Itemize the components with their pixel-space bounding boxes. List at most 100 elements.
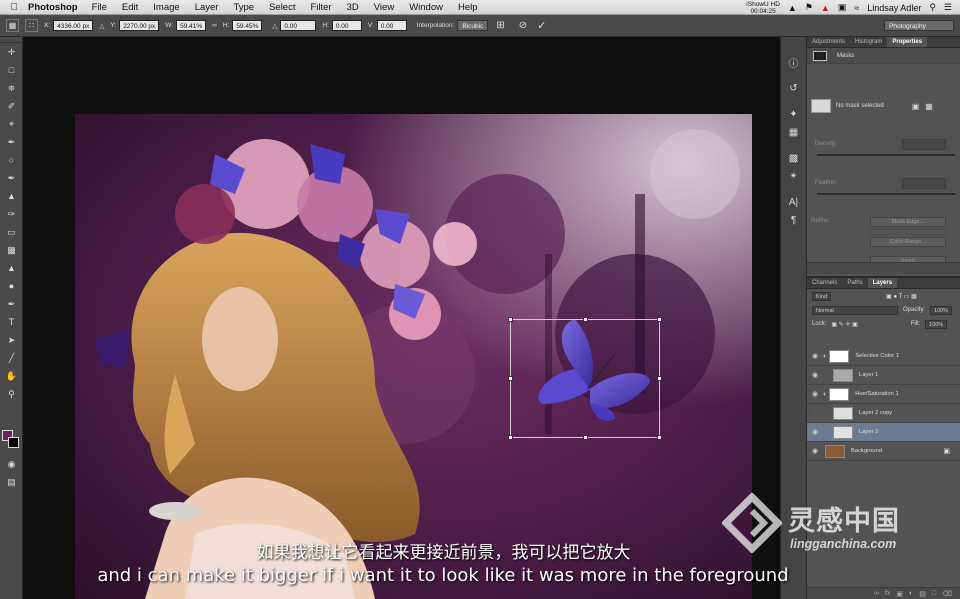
app-menu[interactable]: Photoshop <box>28 2 78 13</box>
menu-help[interactable]: Help <box>458 2 478 13</box>
lock-icons[interactable]: ▣ ✎ ✛ ▣ <box>831 321 857 328</box>
new-group-icon[interactable]: ▤ <box>919 590 926 598</box>
menu-image[interactable]: Image <box>153 2 179 13</box>
eyedropper-tool-icon[interactable]: ✒ <box>0 133 23 151</box>
menu-filter[interactable]: Filter <box>310 2 331 13</box>
link-layers-icon[interactable]: ∞ <box>874 590 879 597</box>
tab-channels[interactable]: Channels <box>807 278 842 288</box>
flag-icon[interactable]: ⚑ <box>805 2 813 13</box>
menu-file[interactable]: File <box>92 2 107 13</box>
stamp-tool-icon[interactable]: ▲ <box>0 187 23 205</box>
color-range-button[interactable]: Color Range... <box>870 237 946 247</box>
menu-type[interactable]: Type <box>233 2 254 13</box>
x-field[interactable]: 4336.00 px <box>53 20 94 31</box>
display-icon[interactable]: ▣ <box>838 2 847 13</box>
link-icon[interactable]: ∞ <box>212 22 217 29</box>
pixel-mask-icon[interactable]: ▣ <box>912 102 920 111</box>
lasso-tool-icon[interactable]: ≑ <box>0 79 23 97</box>
density-slider[interactable] <box>817 154 955 156</box>
adjustments-icon[interactable]: ▩ <box>781 149 806 167</box>
workspace-select[interactable]: Photography <box>884 20 954 31</box>
handle-top-left[interactable] <box>508 317 513 322</box>
hand-tool-icon[interactable]: ✋ <box>0 367 23 385</box>
angle-field[interactable]: 0.00 <box>280 20 317 31</box>
blend-mode-select[interactable]: Normal <box>812 305 898 315</box>
layer-name[interactable]: Selective Color 1 <box>855 353 899 359</box>
new-adjustment-icon[interactable]: ◐ <box>909 590 913 597</box>
add-mask-icon[interactable]: ▣ <box>896 590 903 598</box>
type-tool-icon[interactable]: T <box>0 313 23 331</box>
zoom-tool-icon[interactable]: ⚲ <box>0 385 23 403</box>
blur-tool-icon[interactable]: ▲ <box>0 259 23 277</box>
fill-field[interactable]: 100% <box>925 319 948 329</box>
density-field[interactable] <box>902 139 946 150</box>
mask-edge-button[interactable]: Mask Edge... <box>870 217 946 227</box>
recording-status[interactable]: iShowU HD 00:04:25 <box>746 1 780 15</box>
feather-field[interactable] <box>902 178 946 189</box>
info-icon[interactable]: ⓘ <box>781 53 806 71</box>
transform-tool-icon[interactable]: ▦ <box>6 19 19 32</box>
eraser-tool-icon[interactable]: ▭ <box>0 223 23 241</box>
background-color-swatch[interactable] <box>8 437 19 448</box>
menu-view[interactable]: View <box>374 2 394 13</box>
history-brush-tool-icon[interactable]: ✑ <box>0 205 23 223</box>
feather-slider[interactable] <box>817 193 955 195</box>
handle-bottom-left[interactable] <box>508 435 513 440</box>
menu-select[interactable]: Select <box>269 2 295 13</box>
v-skew-field[interactable]: 0.00 <box>376 20 407 31</box>
menu-3d[interactable]: 3D <box>347 2 359 13</box>
layer-row-selected[interactable]: ◉ Layer 2 <box>807 423 960 442</box>
layer-row[interactable]: ◉ Background ▣ <box>807 442 960 461</box>
eye-icon[interactable]: ◉ <box>807 428 823 436</box>
interpolation-select[interactable]: Bicubic <box>457 20 489 31</box>
layer-name[interactable]: Layer 2 <box>859 429 878 435</box>
adobe-icon[interactable]: ▲ <box>788 3 797 13</box>
w-field[interactable]: 59.41% <box>176 20 207 31</box>
alert-icon[interactable]: ▲ <box>821 3 830 13</box>
spotlight-icon[interactable]: ⚲ <box>929 2 936 13</box>
layer-row[interactable]: □ Layer 2 copy <box>807 404 960 423</box>
layer-name[interactable]: Hue/Saturation 1 <box>855 391 899 397</box>
quick-select-tool-icon[interactable]: ✐ <box>0 97 23 115</box>
opacity-field[interactable]: 100% <box>930 305 953 315</box>
crop-tool-icon[interactable]: ⌖ <box>0 115 23 133</box>
vector-mask-icon[interactable]: ▦ <box>925 102 933 111</box>
fx-icon[interactable]: fx <box>885 590 890 597</box>
layer-row[interactable]: ◉ ◐ Selective Color 1 <box>807 347 960 366</box>
tab-properties[interactable]: Properties <box>887 37 928 47</box>
new-layer-icon[interactable]: □ <box>932 590 936 597</box>
h-field[interactable]: 59.45% <box>232 20 263 31</box>
cancel-transform-icon[interactable]: ⊘ <box>519 20 527 31</box>
dodge-tool-icon[interactable]: ● <box>0 277 23 295</box>
notification-icon[interactable]: ☰ <box>944 2 952 13</box>
gradient-tool-icon[interactable]: ▩ <box>0 241 23 259</box>
brush-presets-icon[interactable]: ✦ <box>781 105 806 123</box>
layer-row[interactable]: ◉ ◐ Hue/Saturation 1 <box>807 385 960 404</box>
h-skew-field[interactable]: 0.00 <box>331 20 362 31</box>
filter-icons[interactable]: ▣ ● T ▭ ▦ <box>886 293 917 300</box>
tab-adjustments[interactable]: Adjustments <box>807 37 850 47</box>
eye-icon[interactable]: □ <box>807 410 823 417</box>
history-icon[interactable]: ↺ <box>781 79 806 97</box>
eye-icon[interactable]: ◉ <box>807 390 823 398</box>
menu-layer[interactable]: Layer <box>195 2 219 13</box>
handle-top-right[interactable] <box>657 317 662 322</box>
y-field[interactable]: 2270.00 px <box>119 20 160 31</box>
tab-histogram[interactable]: Histogram <box>850 37 887 47</box>
paragraph-icon[interactable]: ¶ <box>781 211 806 229</box>
layer-row[interactable]: ◉ Layer 1 <box>807 366 960 385</box>
kind-filter-select[interactable]: Kind <box>812 291 832 301</box>
handle-bottom[interactable] <box>583 435 588 440</box>
character-icon[interactable]: A| <box>781 193 806 211</box>
tab-layers[interactable]: Layers <box>867 278 898 288</box>
handle-left[interactable] <box>508 376 513 381</box>
handle-right[interactable] <box>657 376 662 381</box>
eye-icon[interactable]: ◉ <box>807 447 823 455</box>
reference-point-icon[interactable]: ∷ <box>25 19 38 32</box>
marquee-tool-icon[interactable]: □ <box>0 61 23 79</box>
quick-mask-icon[interactable]: ◉ <box>0 455 23 473</box>
menu-edit[interactable]: Edit <box>122 2 138 13</box>
user-name[interactable]: Lindsay Adler <box>867 3 921 13</box>
tab-paths[interactable]: Paths <box>842 278 867 288</box>
delta-icon[interactable]: △ <box>99 22 104 30</box>
